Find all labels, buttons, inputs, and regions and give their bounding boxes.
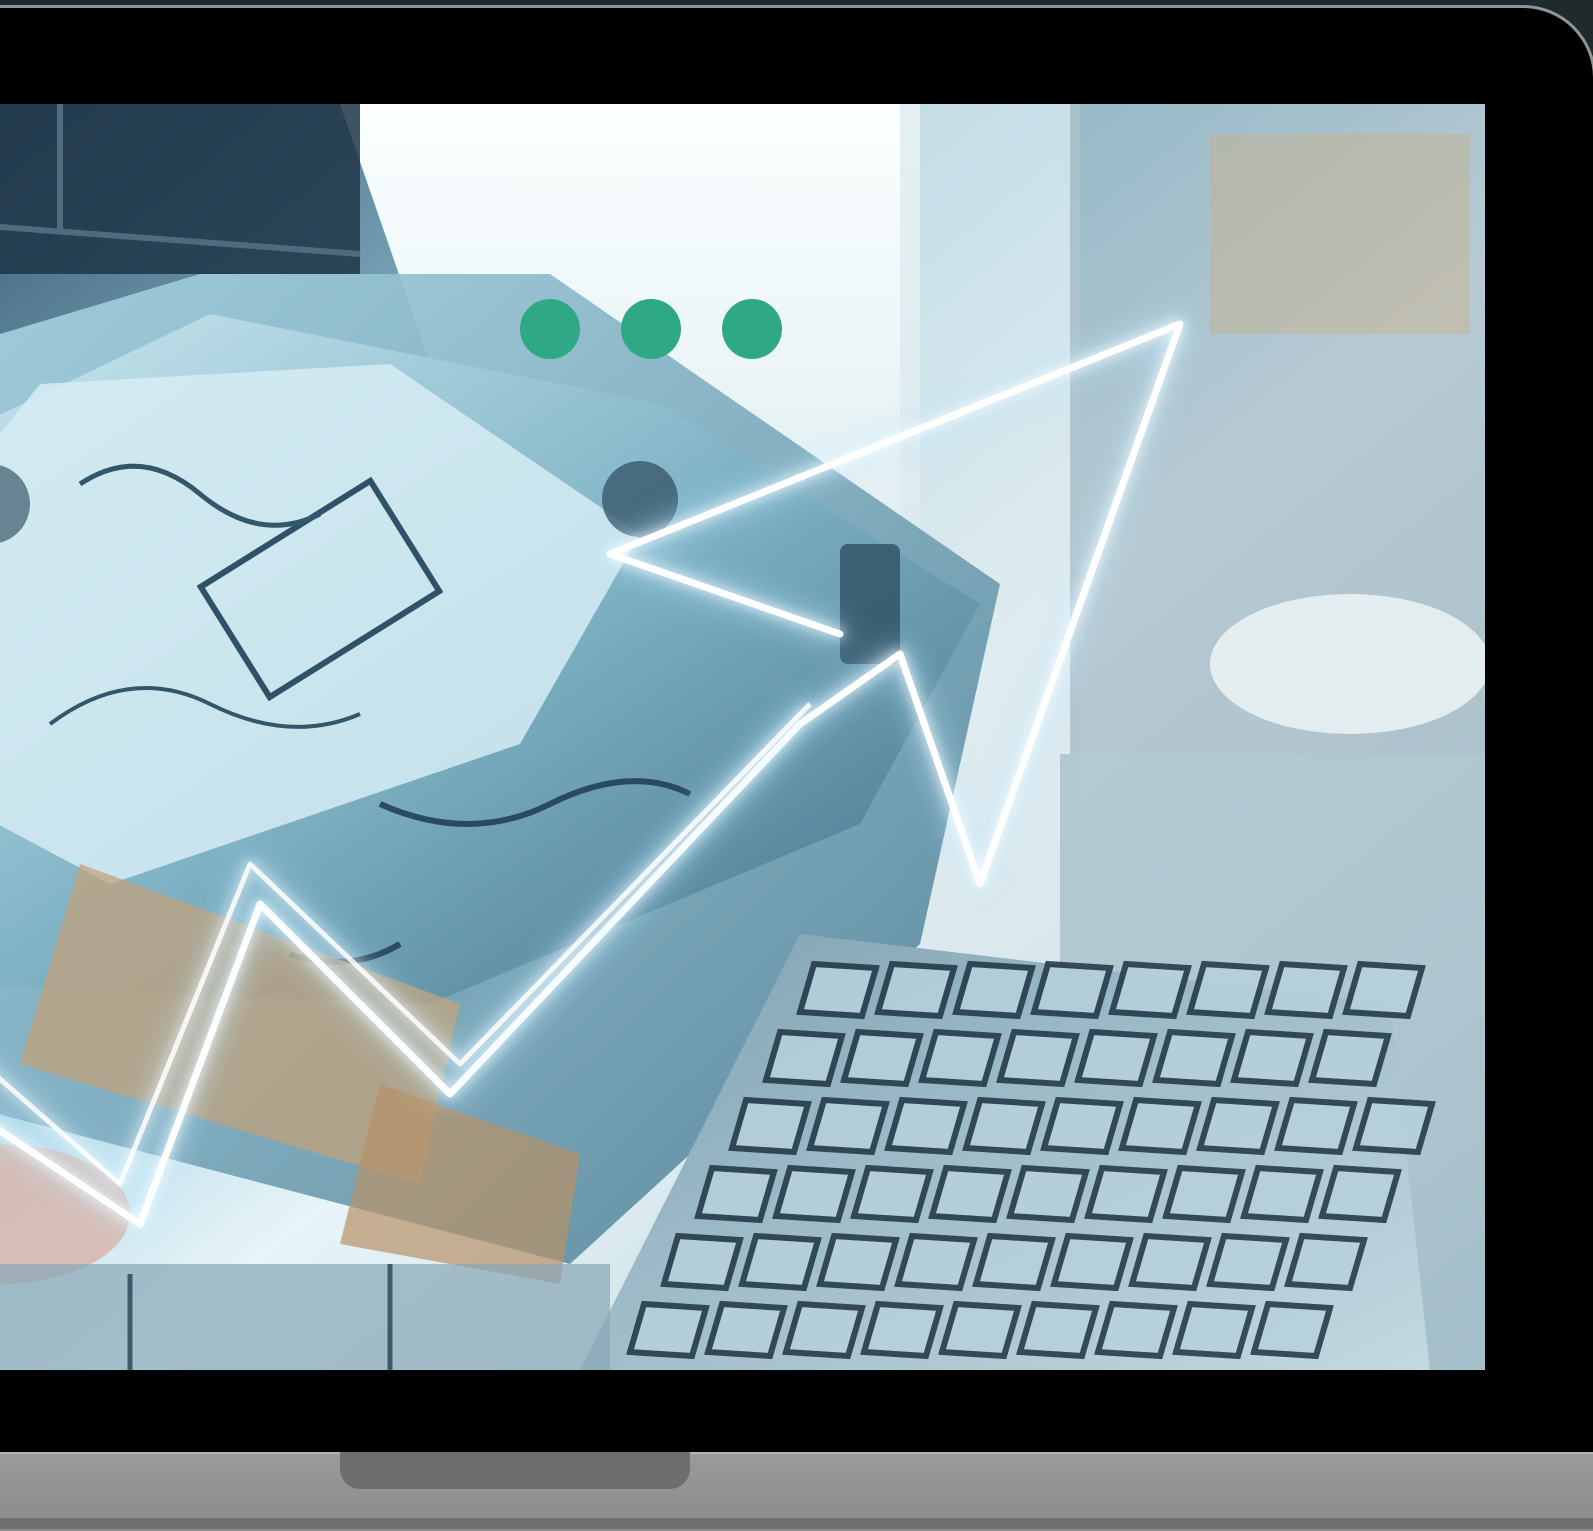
keyboard-key (1162, 1164, 1246, 1224)
keyboard-key (762, 1028, 846, 1088)
laptop-screen (0, 104, 1485, 1370)
keyboard-key (874, 960, 958, 1020)
keyboard-key (1206, 1232, 1290, 1292)
keyboard-key (1240, 1164, 1324, 1224)
keyboard-key (1152, 1028, 1236, 1088)
keyboard-key (1074, 1028, 1158, 1088)
keyboard-key (772, 1164, 856, 1224)
keyboard-key (1030, 960, 1114, 1020)
keyboard-key (728, 1096, 812, 1156)
keyboard-key (806, 1096, 890, 1156)
window-control-dot[interactable] (520, 299, 580, 359)
keyboard-key (1196, 1096, 1280, 1156)
keyboard-key (1342, 960, 1426, 1020)
keyboard-key (850, 1164, 934, 1224)
keyboard-key (1006, 1164, 1090, 1224)
laptop-notch (340, 1452, 690, 1489)
keyboard-key (796, 960, 880, 1020)
keyboard-key (816, 1232, 900, 1292)
keyboard-key (1186, 960, 1270, 1020)
keyboard-key (1084, 1164, 1168, 1224)
keyboard-key (1230, 1028, 1314, 1088)
laptop-frame (0, 8, 1593, 1468)
keyboard-key (660, 1232, 744, 1292)
keyboard-key (894, 1232, 978, 1292)
keyboard-key (1050, 1232, 1134, 1292)
window-controls (520, 299, 782, 359)
keyboard-key (972, 1232, 1056, 1292)
keyboard-key (1108, 960, 1192, 1020)
keyboard-key (704, 1300, 788, 1360)
keyboard-key (938, 1300, 1022, 1360)
keyboard-key (626, 1300, 710, 1360)
keyboard-key (1264, 960, 1348, 1020)
keyboard-key (1318, 1164, 1402, 1224)
window-control-dot[interactable] (621, 299, 681, 359)
keyboard-key (1284, 1232, 1368, 1292)
keyboard-key (884, 1096, 968, 1156)
keyboard-key (782, 1300, 866, 1360)
keyboard-key (1094, 1300, 1178, 1360)
keyboard-key (738, 1232, 822, 1292)
keyboard-key (840, 1028, 924, 1088)
keyboard-key (1016, 1300, 1100, 1360)
keyboard-key (860, 1300, 944, 1360)
keyboard-key (1172, 1300, 1256, 1360)
keyboard-key (1128, 1232, 1212, 1292)
laptop-base-edge (0, 1518, 1593, 1529)
keyboard-key (928, 1164, 1012, 1224)
keyboard-key (694, 1164, 778, 1224)
keyboard-key (1274, 1096, 1358, 1156)
keyboard-key (962, 1096, 1046, 1156)
keyboard-key (1040, 1096, 1124, 1156)
keyboard-key (952, 960, 1036, 1020)
keyboard-key (1308, 1028, 1392, 1088)
keyboard-key (996, 1028, 1080, 1088)
keyboard-key (1352, 1096, 1436, 1156)
screen-photo (0, 104, 1485, 1370)
window-control-dot[interactable] (722, 299, 782, 359)
keyboard-key (918, 1028, 1002, 1088)
keyboard-key (1250, 1300, 1334, 1360)
keyboard-key (1118, 1096, 1202, 1156)
